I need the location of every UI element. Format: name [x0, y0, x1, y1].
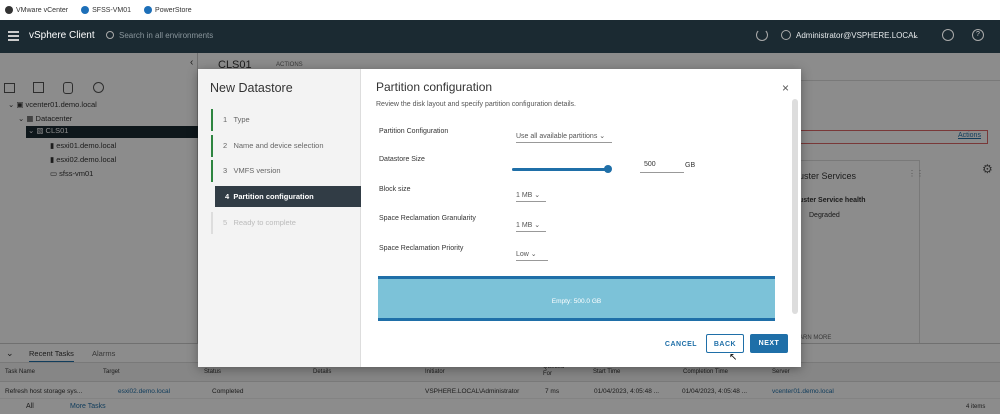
cancel-button[interactable]: CANCEL — [659, 335, 703, 354]
wizard-title: New Datastore — [210, 81, 293, 95]
bookmark-bar: VMware vCenter SFSS-VM01 PowerStore — [0, 0, 1000, 20]
search-input[interactable]: Search in all environments — [119, 31, 213, 40]
slider-fill — [512, 168, 608, 171]
bookmark-vcenter[interactable]: VMware vCenter — [5, 6, 68, 14]
step-name-device[interactable]: 2 Name and device selection — [211, 135, 361, 157]
help-icon[interactable]: ? — [972, 29, 984, 41]
user-menu[interactable]: Administrator@VSPHERE.LOCAL — [796, 31, 918, 40]
wizard-sidebar: New Datastore 1 Type 2 Name and device s… — [198, 69, 361, 367]
slider-thumb[interactable] — [604, 165, 612, 173]
datastore-size-label: Datastore Size — [379, 156, 425, 163]
globe-icon — [144, 6, 153, 14]
bookmark-powerstore[interactable]: PowerStore — [144, 6, 192, 14]
menu-icon[interactable] — [8, 31, 19, 41]
block-size-select[interactable]: 1 MB ⌄ — [516, 191, 546, 202]
dialog-scrollbar[interactable] — [792, 99, 798, 314]
page-description: Review the disk layout and specify parti… — [376, 101, 576, 108]
priority-select[interactable]: Low ⌄ — [516, 250, 548, 261]
datastore-size-slider[interactable] — [512, 165, 612, 173]
partition-config-label: Partition Configuration — [379, 128, 449, 135]
mouse-cursor-icon: ↖ — [729, 352, 738, 363]
bookmark-sfss[interactable]: SFSS-VM01 — [81, 6, 131, 14]
new-datastore-dialog: New Datastore 1 Type 2 Name and device s… — [198, 69, 801, 367]
smiley-icon[interactable] — [942, 29, 954, 41]
step-vmfs-version[interactable]: 3 VMFS version — [211, 160, 361, 182]
step-partition-config[interactable]: 4 Partition configuration — [215, 186, 361, 207]
granularity-select[interactable]: 1 MB ⌄ — [516, 221, 546, 232]
page-title: Partition configuration — [376, 80, 493, 94]
step-ready: 5 Ready to complete — [211, 212, 361, 234]
disk-layout-text: Empty: 500.0 GB — [551, 298, 602, 305]
datastore-size-input[interactable]: 500 — [640, 161, 684, 173]
datastore-size-unit: GB — [685, 162, 696, 169]
partition-config-select[interactable]: Use all available partitions ⌄ — [516, 132, 612, 143]
user-icon[interactable] — [781, 30, 791, 40]
close-icon[interactable]: × — [782, 81, 789, 95]
refresh-icon[interactable] — [756, 29, 768, 41]
app-title: vSphere Client — [29, 30, 95, 41]
search-icon[interactable] — [106, 31, 114, 39]
chevron-down-icon[interactable]: ⌄ — [912, 30, 919, 39]
back-button[interactable]: BACK — [706, 334, 744, 353]
granularity-label: Space Reclamation Granularity — [379, 215, 476, 222]
step-type[interactable]: 1 Type — [211, 109, 361, 131]
vmware-icon — [5, 6, 13, 14]
disk-layout-bar: Empty: 500.0 GB — [378, 276, 775, 321]
block-size-label: Block size — [379, 186, 411, 193]
globe-icon — [81, 6, 90, 14]
app-header: vSphere Client Search in all environment… — [0, 20, 1000, 53]
priority-label: Space Reclamation Priority — [379, 245, 464, 252]
next-button[interactable]: NEXT — [750, 334, 788, 353]
